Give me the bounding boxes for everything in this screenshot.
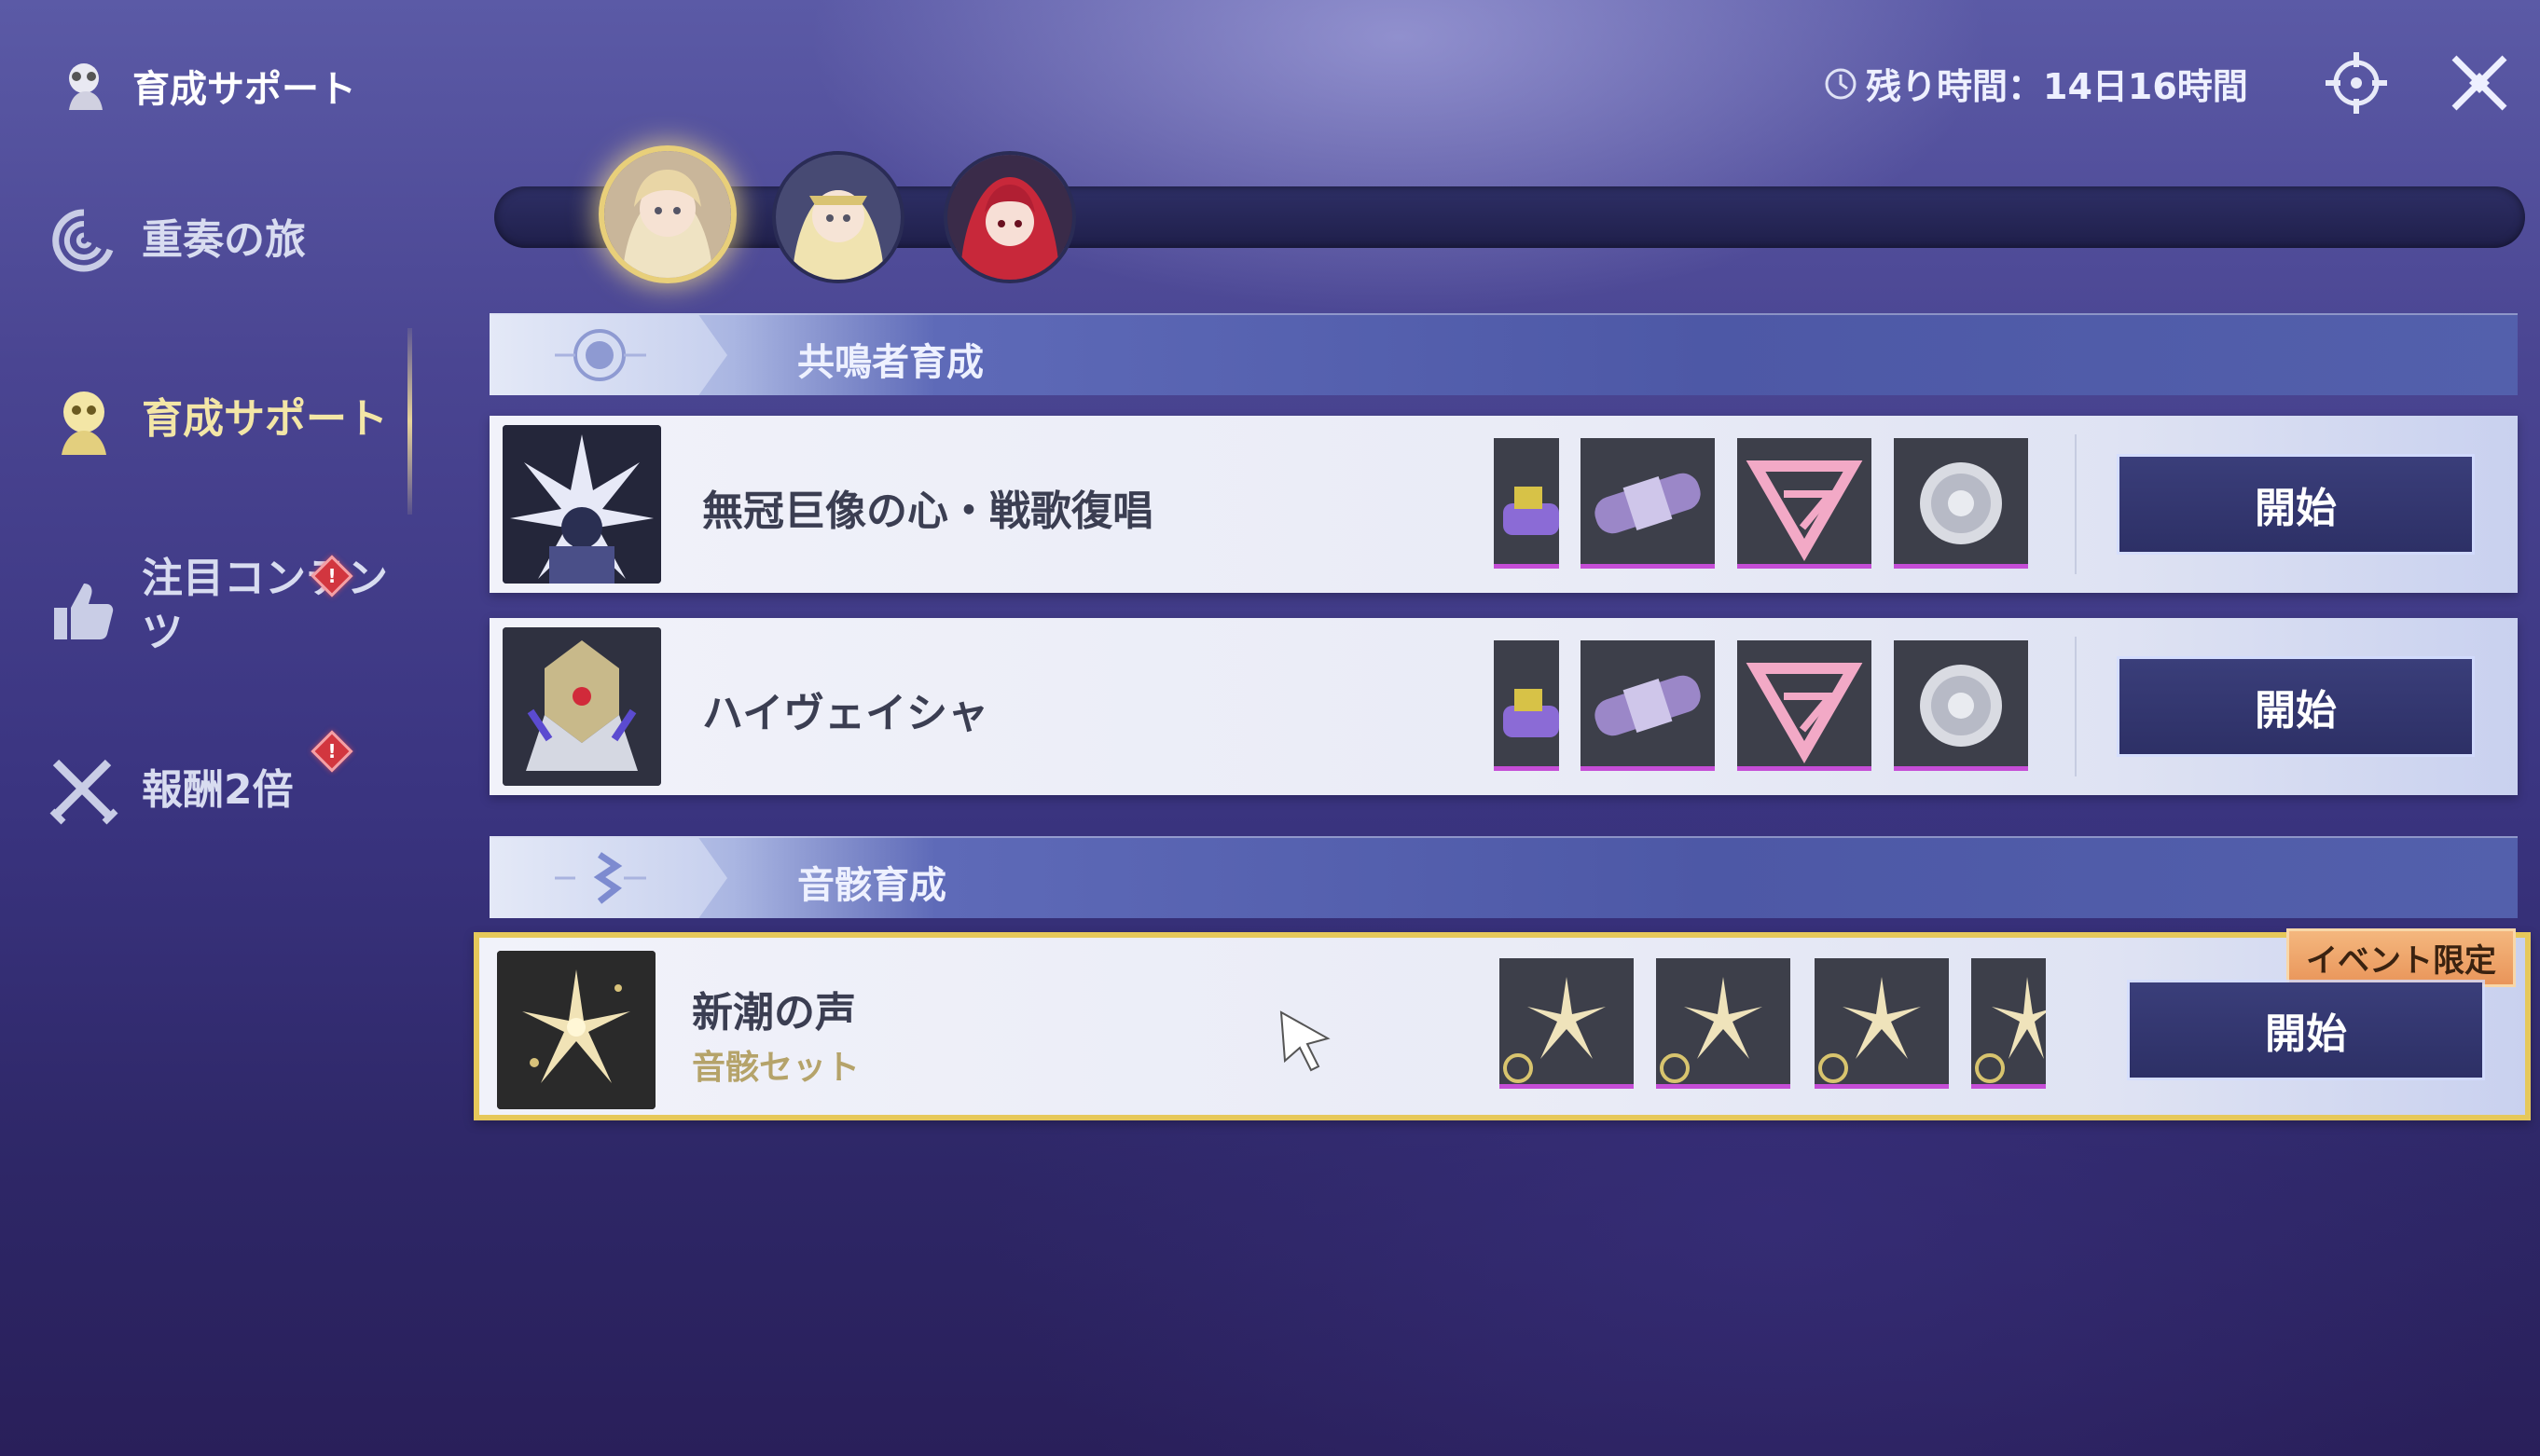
section-header-cap: [490, 838, 727, 918]
character-avatar-selected[interactable]: [604, 151, 731, 278]
item-thumbnail: [503, 627, 661, 786]
compass-icon: [2326, 52, 2387, 114]
list-item: 無冠巨像の心・戦歌復唱 開始: [490, 416, 2518, 593]
character-portrait: [776, 155, 901, 280]
notification-badge: !: [311, 730, 353, 773]
material-slot[interactable]: [1894, 640, 2028, 771]
start-button[interactable]: 開始: [2130, 982, 2482, 1078]
material-slot[interactable]: [1737, 640, 1871, 771]
echo-star-icon: [1975, 977, 2046, 1083]
sidebar-item-journey[interactable]: 重奏の旅: [47, 203, 306, 278]
swirl-icon: [52, 209, 114, 272]
item-subtitle: 音骸セット: [692, 1049, 861, 1087]
material-slot[interactable]: [1581, 640, 1715, 771]
item-thumbnail: [497, 951, 656, 1109]
item-name: 無冠巨像の心・戦歌復唱: [702, 488, 1153, 535]
material-icon: [1503, 487, 1559, 535]
divider: [2075, 434, 2077, 574]
remaining-time: 残り時間：14日16時間: [1823, 58, 2248, 109]
list-item: ハイヴェイシャ 開始: [490, 618, 2518, 795]
boss-portrait: [503, 425, 661, 584]
page-title: 育成サポート: [132, 68, 356, 111]
timer-label: 残り時間：14日16時間: [1866, 66, 2248, 107]
item-thumbnail: [503, 425, 661, 584]
active-indicator: [407, 328, 412, 515]
sidebar-item-support[interactable]: 育成サポート: [47, 382, 388, 457]
material-slot[interactable]: [1971, 958, 2046, 1089]
list-item-selected: 新潮の声 音骸セット イベント限定 開始: [474, 928, 2531, 1120]
character-avatar[interactable]: [776, 155, 901, 280]
sidebar-item-label: 報酬2倍: [142, 766, 294, 814]
section-header-echo: 音骸育成: [490, 836, 2518, 918]
support-character-icon: [69, 63, 103, 110]
sigil-icon: [1746, 663, 1863, 763]
sidebar-item-double-rewards[interactable]: 報酬2倍 !: [47, 730, 353, 828]
character-portrait: [604, 151, 731, 278]
sidebar-item-label: 注目コンテンツ: [142, 555, 388, 656]
echo-star-icon: [1818, 977, 1921, 1083]
divider: [2075, 637, 2077, 776]
material-slot[interactable]: [1737, 438, 1871, 569]
close-icon: [2451, 55, 2507, 111]
event-limited-tag: イベント限定: [2286, 928, 2516, 987]
echo-emblem-icon: [555, 852, 646, 904]
section-header-cap: [490, 315, 727, 395]
material-slot[interactable]: [1494, 640, 1559, 771]
sigil-icon: [1746, 460, 1863, 561]
section-title: 音骸育成: [797, 864, 946, 907]
sidebar-header: 育成サポート: [56, 56, 356, 116]
capsule-icon: [1594, 675, 1701, 736]
section-title: 共鳴者育成: [797, 341, 984, 384]
boss-portrait: [503, 627, 661, 786]
section-header-resonator: 共鳴者育成: [490, 313, 2518, 395]
character-support-icon: [62, 391, 106, 455]
character-avatar[interactable]: [947, 155, 1072, 280]
capsule-icon: [1594, 473, 1701, 534]
sidebar-item-label: 育成サポート: [142, 395, 388, 443]
sidebar-item-label: 重奏の旅: [142, 216, 306, 264]
start-button[interactable]: 開始: [2119, 659, 2472, 754]
thumbs-up-icon: [54, 584, 114, 639]
echo-star-icon: [497, 951, 656, 1109]
material-slot[interactable]: [1581, 438, 1715, 569]
item-name: ハイヴェイシャ: [702, 690, 989, 737]
sidebar-item-featured[interactable]: 注目コンテンツ !: [47, 552, 401, 660]
material-slot[interactable]: [1815, 958, 1949, 1089]
echo-star-icon: [1660, 977, 1762, 1083]
help-button[interactable]: [2322, 48, 2391, 117]
material-slot[interactable]: [1499, 958, 1634, 1089]
material-slot[interactable]: [1894, 438, 2028, 569]
material-slot[interactable]: [1494, 438, 1559, 569]
core-icon: [1920, 665, 2002, 747]
character-portrait: [947, 155, 1072, 280]
crossed-swords-icon: [49, 759, 118, 825]
core-icon: [1920, 462, 2002, 544]
resonator-emblem-icon: [555, 329, 646, 381]
mouse-cursor-icon: [1277, 1009, 1333, 1078]
material-slot[interactable]: [1656, 958, 1790, 1089]
close-button[interactable]: [2445, 48, 2514, 117]
echo-star-icon: [1503, 977, 1606, 1083]
material-icon: [1503, 689, 1559, 737]
item-name: 新潮の声: [692, 989, 856, 1037]
start-button[interactable]: 開始: [2119, 457, 2472, 552]
clock-icon: [1825, 68, 1857, 99]
